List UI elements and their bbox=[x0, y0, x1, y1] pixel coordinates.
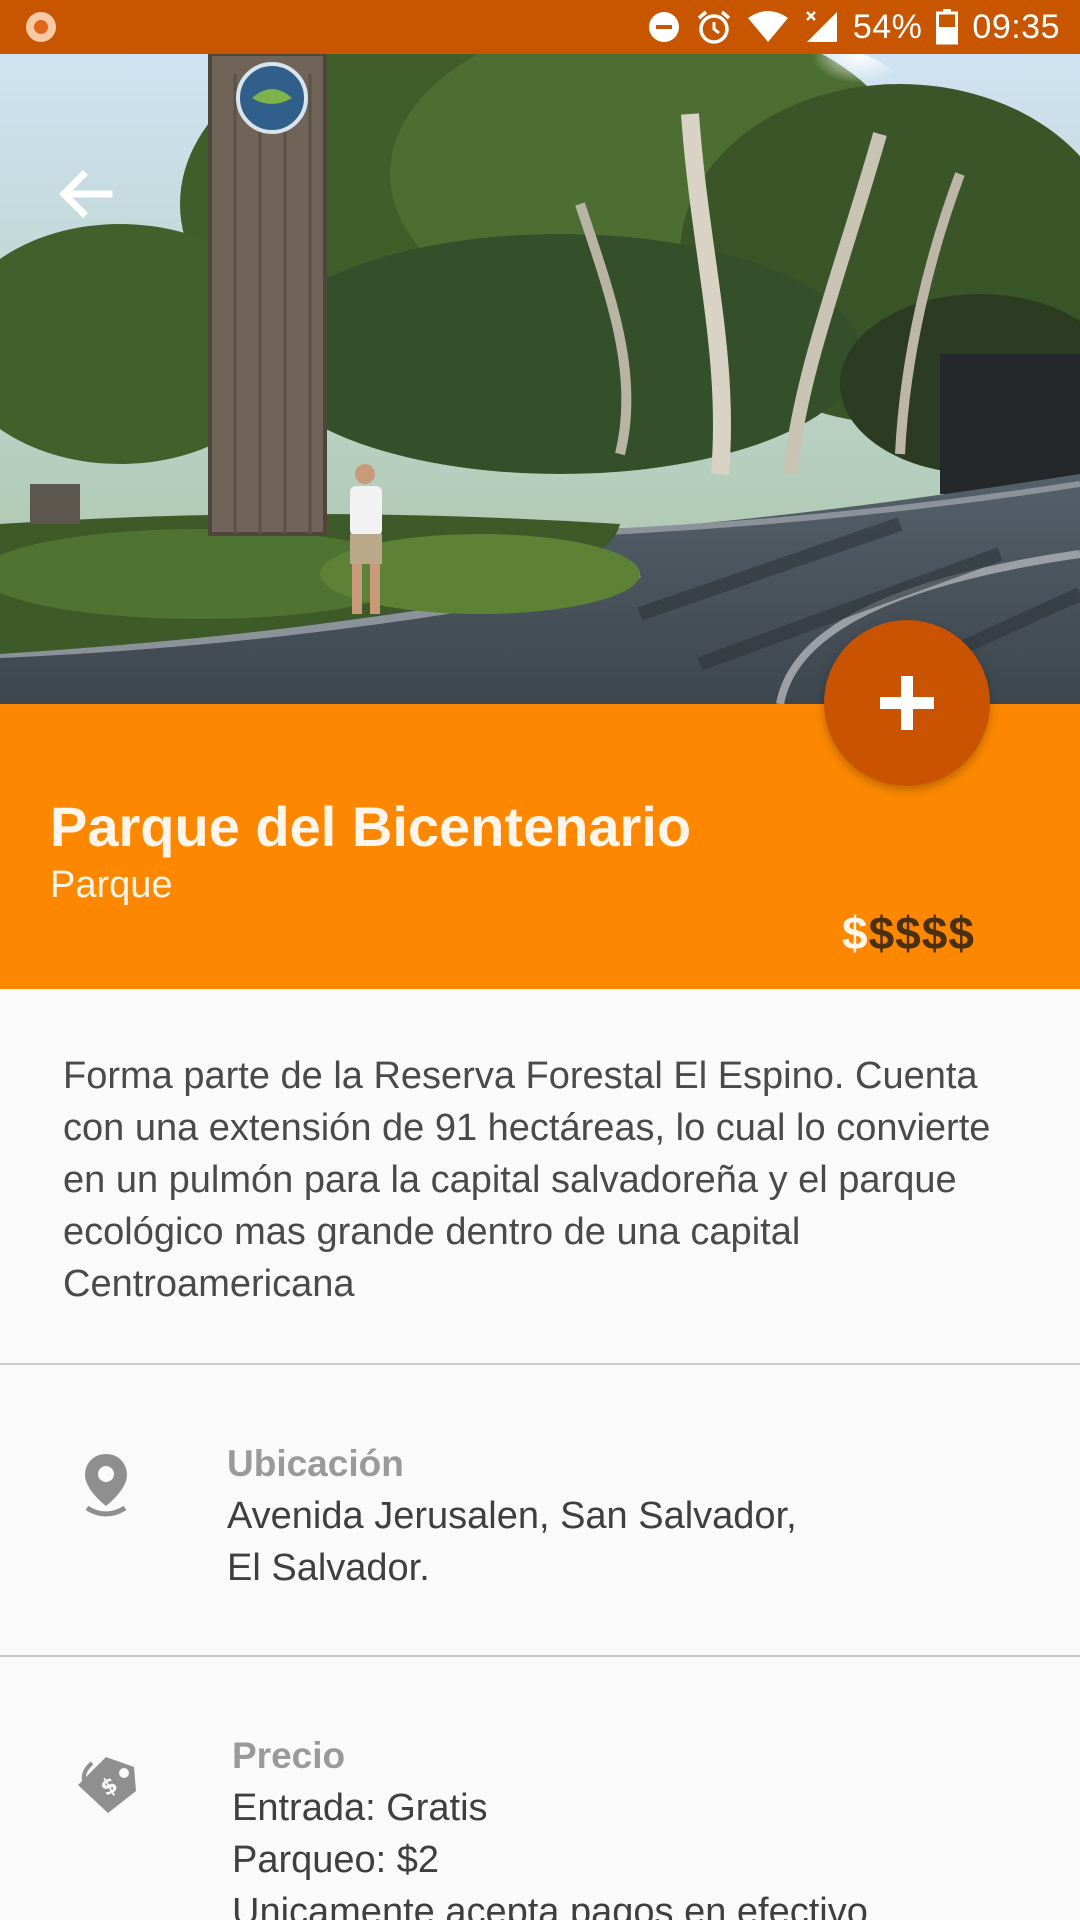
place-description: Forma parte de la Reserva Forestal El Es… bbox=[63, 1055, 991, 1305]
place-category: Parque bbox=[50, 864, 173, 906]
price-level-rating: $$$$$ bbox=[842, 906, 975, 960]
clock-time: 09:35 bbox=[972, 7, 1060, 46]
price-line-parking: Parqueo: $2 bbox=[232, 1839, 440, 1881]
place-detail-screen: 54% 09:35 Parque del Bicentenario Parque… bbox=[0, 0, 1080, 1920]
location-line-2: El Salvador. bbox=[227, 1547, 430, 1589]
location-row[interactable]: Ubicación Avenida Jerusalen, San Salvado… bbox=[0, 1365, 1080, 1655]
park-photo bbox=[0, 54, 1080, 704]
wifi-icon bbox=[747, 7, 789, 47]
price-level-inactive: $$$$ bbox=[868, 907, 975, 959]
back-button[interactable] bbox=[50, 164, 120, 224]
price-tag-icon: $ bbox=[70, 1745, 142, 1815]
battery-percent: 54% bbox=[852, 7, 923, 46]
do-not-disturb-icon bbox=[647, 7, 681, 47]
arrow-left-icon bbox=[59, 170, 113, 218]
cellular-signal-icon bbox=[803, 7, 839, 47]
add-button[interactable] bbox=[824, 620, 990, 786]
plus-icon bbox=[880, 676, 934, 730]
price-level-active: $ bbox=[842, 907, 869, 959]
price-line-payment: Unicamente acepta pagos en efectivo bbox=[232, 1891, 868, 1920]
battery-icon bbox=[936, 7, 959, 47]
alarm-icon bbox=[695, 7, 733, 47]
price-label: Precio bbox=[232, 1735, 346, 1776]
location-line-1: Avenida Jerusalen, San Salvador, bbox=[227, 1495, 797, 1537]
price-line-entrance: Entrada: Gratis bbox=[232, 1787, 488, 1829]
location-label: Ubicación bbox=[227, 1443, 404, 1484]
recording-indicator-icon bbox=[26, 12, 56, 42]
hero-image bbox=[0, 54, 1080, 704]
price-row: $ Precio Entrada: Gratis Parqueo: $2 Uni… bbox=[0, 1657, 1080, 1920]
map-pin-icon bbox=[78, 1450, 134, 1520]
place-title: Parque del Bicentenario bbox=[50, 795, 692, 858]
status-bar: 54% 09:35 bbox=[0, 0, 1080, 54]
